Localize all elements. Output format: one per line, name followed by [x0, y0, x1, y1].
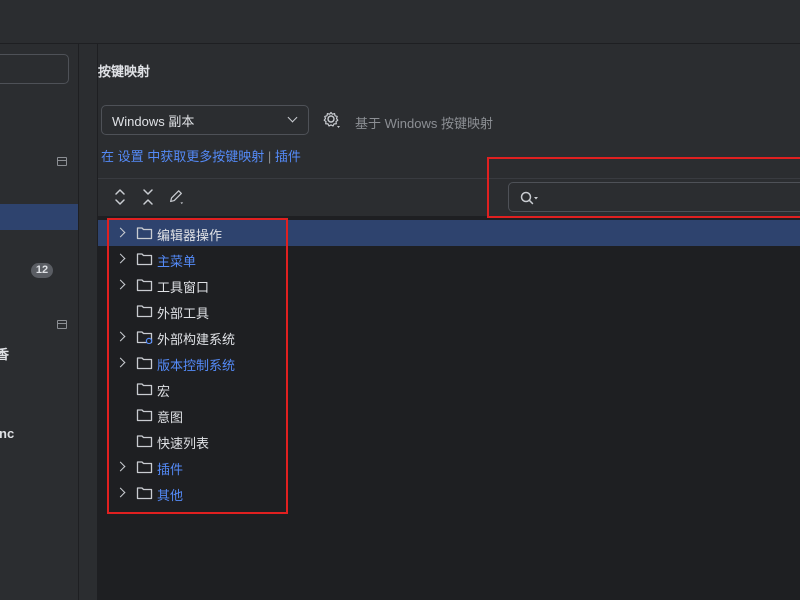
window-icon — [57, 157, 67, 166]
chevron-right-icon[interactable] — [115, 227, 126, 238]
search-icon[interactable] — [519, 190, 539, 206]
collapse-all-icon[interactable] — [140, 188, 156, 206]
folder-icon — [136, 435, 153, 448]
settings-sidebar: 12 香 nc — [0, 44, 79, 600]
tree-row-label: 工具窗口 — [157, 280, 210, 295]
search-input[interactable] — [543, 187, 793, 207]
chevron-right-icon[interactable] — [115, 487, 126, 498]
chevron-down-icon — [287, 112, 298, 123]
tree-row-other[interactable]: 其他 — [98, 480, 800, 506]
sidebar-plugins-badge: 12 — [31, 263, 53, 278]
folder-icon — [136, 253, 153, 266]
folder-icon — [136, 279, 153, 292]
folder-icon — [136, 305, 153, 318]
chevron-right-icon[interactable] — [115, 461, 126, 472]
folder-icon — [136, 487, 153, 500]
folder-icon — [136, 461, 153, 474]
shortcut-search-box[interactable] — [508, 182, 800, 212]
expand-all-icon[interactable] — [112, 188, 128, 206]
tree-row-label: 版本控制系统 — [157, 358, 236, 373]
chevron-right-icon[interactable] — [115, 279, 126, 290]
chevron-right-icon[interactable] — [115, 253, 126, 264]
keymap-panel: 按键映射 Windows 副本 基于 Windows 按键映射 在 设置 中获取… — [97, 44, 800, 600]
tree-row-external-build-systems[interactable]: 外部构建系统 — [98, 324, 800, 350]
tree-row-label: 宏 — [157, 384, 171, 399]
plugins-link[interactable]: 插件 — [275, 149, 301, 164]
sidebar-item-label[interactable]: nc — [0, 426, 14, 441]
chevron-right-icon[interactable] — [115, 331, 126, 342]
sidebar-item-keymap[interactable] — [0, 204, 78, 230]
tree-row-label: 外部构建系统 — [157, 332, 236, 347]
get-more-keymaps-links: 在 设置 中获取更多按键映射 | 插件 — [101, 146, 301, 165]
tree-row-macros[interactable]: 宏 — [98, 376, 800, 402]
based-on-text: 基于 Windows 按键映射 — [355, 116, 493, 131]
folder-icon — [136, 383, 153, 396]
tree-row-tool-windows[interactable]: 工具窗口 — [98, 272, 800, 298]
action-tree: 编辑器操作 主菜单 工具窗口 外部工具 外部构建系统 版本控制系统 宏 意图 快… — [98, 216, 800, 600]
tree-row-label: 插件 — [157, 462, 184, 477]
folder-icon — [136, 227, 153, 240]
tree-row-label: 外部工具 — [157, 306, 210, 321]
tree-row-editor-actions[interactable]: 编辑器操作 — [98, 220, 800, 246]
window-top-bar — [0, 0, 800, 44]
sidebar-search-input[interactable] — [0, 54, 69, 84]
tree-row-label: 快速列表 — [157, 436, 210, 451]
tree-row-main-menu[interactable]: 主菜单 — [98, 246, 800, 272]
tree-row-label: 其他 — [157, 488, 184, 503]
chevron-right-icon[interactable] — [115, 357, 126, 368]
tree-row-quick-lists[interactable]: 快速列表 — [98, 428, 800, 454]
settings-link[interactable]: 在 设置 中获取更多按键映射 — [101, 149, 264, 164]
tree-row-external-tools[interactable]: 外部工具 — [98, 298, 800, 324]
folder-icon — [136, 409, 153, 422]
edit-shortcut-icon[interactable] — [168, 188, 184, 206]
tree-row-label: 意图 — [157, 410, 184, 425]
window-icon — [57, 320, 67, 329]
folder-icon — [136, 357, 153, 370]
tree-row-vcs[interactable]: 版本控制系统 — [98, 350, 800, 376]
build-folder-icon — [136, 331, 153, 344]
tree-row-plugins[interactable]: 插件 — [98, 454, 800, 480]
keymap-scheme-select[interactable]: Windows 副本 — [101, 105, 309, 135]
toolbar-divider — [98, 178, 800, 179]
link-separator: | — [267, 149, 272, 164]
tree-row-label: 主菜单 — [157, 254, 197, 269]
sidebar-item-label[interactable]: 香 — [0, 344, 9, 363]
gear-icon[interactable] — [323, 111, 341, 129]
tree-row-label: 编辑器操作 — [157, 228, 223, 243]
page-title: 按键映射 — [98, 64, 151, 79]
keymap-scheme-value: Windows 副本 — [112, 113, 195, 129]
tree-row-intentions[interactable]: 意图 — [98, 402, 800, 428]
